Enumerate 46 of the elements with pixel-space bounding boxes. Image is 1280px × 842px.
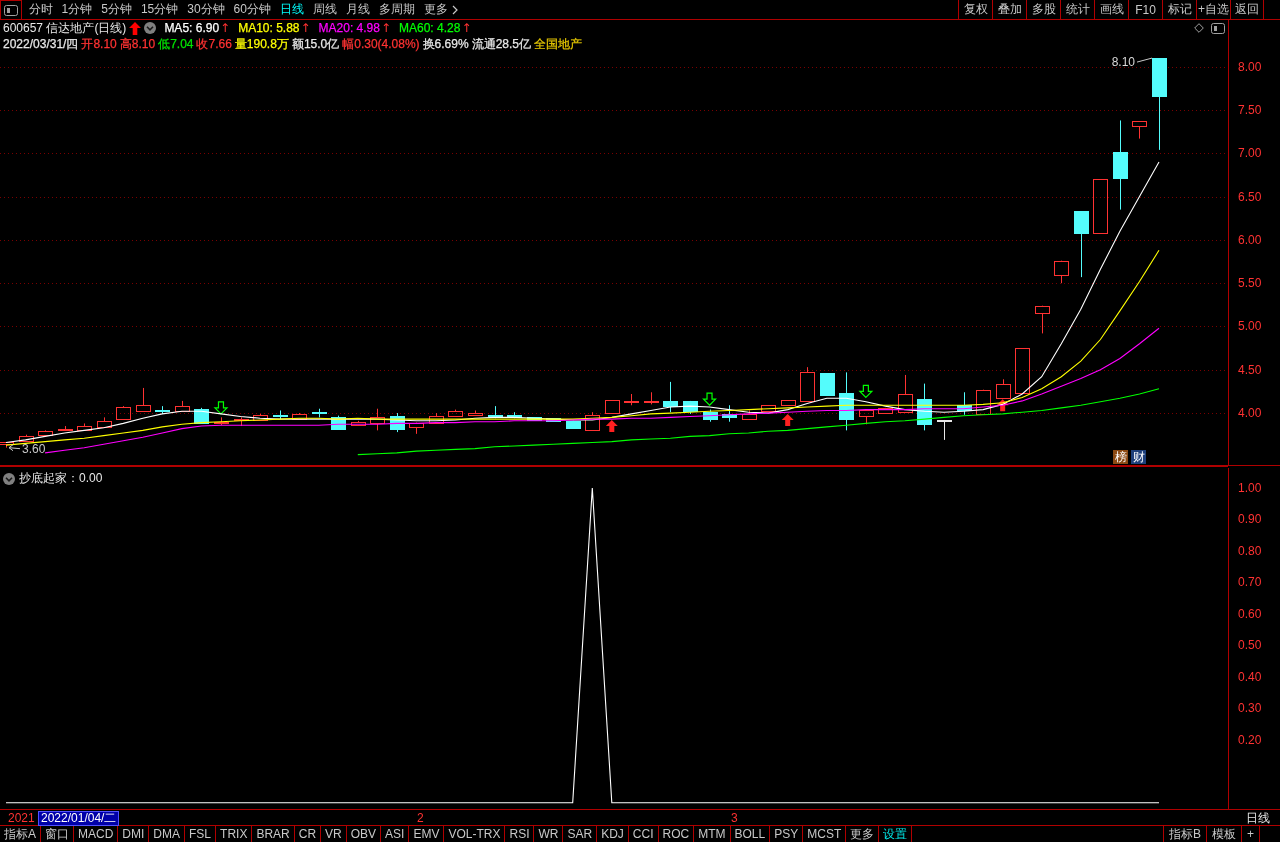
value-axis-label: 0.60 bbox=[1238, 606, 1262, 621]
quote-value: 开8.10 bbox=[81, 35, 117, 53]
price-axis-label: 8.00 bbox=[1238, 59, 1262, 74]
moving-average-value: MA10: 5.88 bbox=[238, 21, 300, 35]
stock-title: 600657 信达地产(日线) bbox=[3, 19, 127, 37]
value-axis-label: 0.80 bbox=[1238, 543, 1262, 558]
price-axis-label: 6.50 bbox=[1238, 189, 1262, 204]
trend-arrow: ↑ bbox=[461, 21, 472, 35]
value-axis-label: 0.30 bbox=[1238, 701, 1262, 716]
value-axis-label: 0.50 bbox=[1238, 638, 1262, 653]
quote-value: 幅0.30(4.08%) bbox=[342, 35, 420, 53]
price-axis-label: 5.50 bbox=[1238, 276, 1262, 291]
value-axis-label: 0.20 bbox=[1238, 732, 1262, 747]
price-axis-label: 6.00 bbox=[1238, 232, 1262, 247]
price-axis-label: 7.50 bbox=[1238, 103, 1262, 118]
value-axis-label: 0.70 bbox=[1238, 575, 1262, 590]
quote-value: 换6.69% bbox=[422, 35, 469, 53]
quote-value: 全国地产 bbox=[534, 35, 582, 53]
low-price-label: 3.60 bbox=[22, 441, 46, 456]
trend-arrow: ↑ bbox=[220, 21, 231, 35]
trend-arrow: ↑ bbox=[300, 21, 311, 35]
date-axis-label: 2021 bbox=[8, 811, 35, 826]
date-axis-label: 3 bbox=[731, 811, 738, 826]
quote-value: 低7.04 bbox=[158, 35, 194, 53]
moving-average-value: MA60: 4.28 bbox=[399, 21, 461, 35]
date-axis-label: 2 bbox=[417, 811, 424, 826]
quote-value: 2022/03/31/四 bbox=[3, 35, 79, 53]
moving-average-value: MA20: 4.98 bbox=[318, 21, 380, 35]
quote-value: 量190.8万 bbox=[234, 35, 289, 53]
quote-value: 流通28.5亿 bbox=[471, 35, 531, 53]
value-axis-label: 1.00 bbox=[1238, 481, 1262, 495]
quote-value: 额15.0亿 bbox=[291, 35, 340, 53]
quote-value: 高8.10 bbox=[119, 35, 156, 53]
value-axis-label: 0.90 bbox=[1238, 512, 1262, 527]
quote-value: 收7.66 bbox=[196, 35, 232, 53]
price-axis-label: 7.00 bbox=[1238, 146, 1262, 161]
indicator-label: 抄底起家：0.00 bbox=[19, 470, 103, 487]
price-axis-label: 4.00 bbox=[1238, 406, 1262, 421]
high-price-label: 8.10 bbox=[1111, 55, 1135, 70]
price-axis-label: 4.50 bbox=[1238, 362, 1262, 377]
trend-arrow: ↑ bbox=[380, 21, 391, 35]
period-label: 日线 bbox=[1246, 810, 1270, 827]
cursor-date-label: 2022/01/04/二 bbox=[38, 811, 120, 826]
moving-average-value: MA5: 6.90 bbox=[164, 21, 220, 35]
value-axis-label: 0.40 bbox=[1238, 669, 1262, 684]
price-axis-label: 5.00 bbox=[1238, 319, 1262, 334]
